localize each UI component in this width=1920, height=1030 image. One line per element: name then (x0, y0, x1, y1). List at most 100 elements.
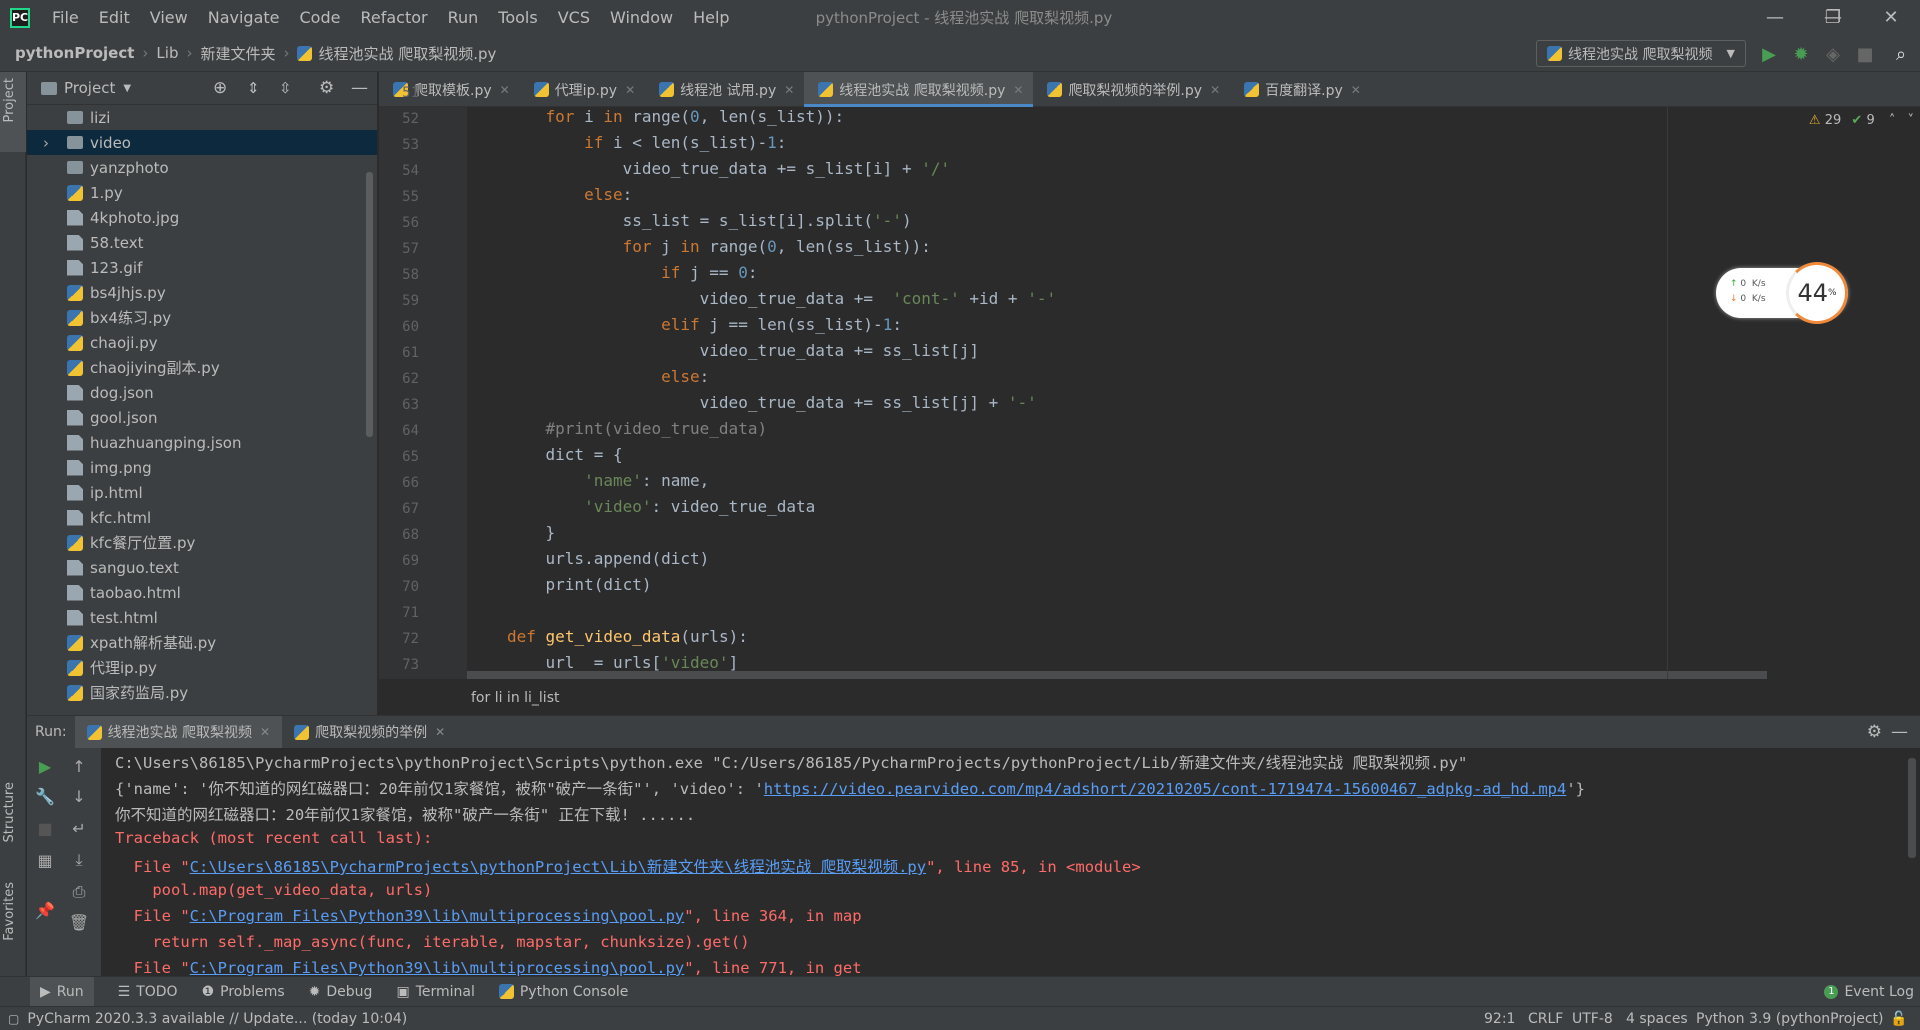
breadcrumb-project[interactable]: pythonProject (15, 44, 134, 62)
close-icon[interactable]: ✕ (500, 83, 510, 97)
tree-item[interactable]: test.html (27, 605, 377, 630)
scroll-to-end-icon[interactable]: ⤓ (67, 848, 91, 872)
structure-tool-tab[interactable]: Structure (2, 782, 17, 842)
file-path-link[interactable]: C:\Users\86185\PycharmProjects\pythonPro… (190, 858, 926, 876)
problems-tool-button[interactable]: ❶ Problems (202, 984, 285, 1000)
layout-icon[interactable]: ▢ (8, 1012, 19, 1026)
chevron-up-icon[interactable]: ˄ (1889, 113, 1896, 128)
caret-position[interactable]: 92:1 (1484, 1011, 1515, 1027)
editor-tab[interactable]: 爬取模板.py ✕ (379, 72, 520, 107)
line-separator[interactable]: CRLF (1528, 1011, 1563, 1027)
close-icon[interactable]: ✕ (1013, 83, 1023, 97)
file-path-link[interactable]: C:\Program Files\Python39\lib\multiproce… (190, 907, 685, 925)
locate-icon[interactable]: ⊕ (213, 78, 227, 98)
chevron-down-icon[interactable]: ˅ (1908, 113, 1915, 128)
console-scrollbar[interactable] (1908, 758, 1916, 858)
tree-item[interactable]: kfc餐厅位置.py (27, 530, 377, 555)
tree-item[interactable]: sanguo.text (27, 555, 377, 580)
coverage-icon[interactable]: ◈ (1822, 43, 1844, 65)
tree-item[interactable]: 123.gif (27, 255, 377, 280)
rerun-icon[interactable]: ▶ (33, 754, 57, 778)
menu-run[interactable]: Run (438, 0, 489, 35)
file-encoding[interactable]: UTF-8 (1572, 1011, 1613, 1027)
event-log-tool-button[interactable]: 1 Event Log (1824, 984, 1914, 1000)
tree-item[interactable]: 4kphoto.jpg (27, 205, 377, 230)
close-icon[interactable]: ✕ (1351, 83, 1361, 97)
editor-tab[interactable]: 线程池实战 爬取梨视频.py ✕ (804, 72, 1034, 107)
minimize-button-2[interactable]: — (1746, 0, 1804, 35)
hide-icon[interactable]: — (1891, 722, 1908, 742)
python-interpreter[interactable]: Python 3.9 (pythonProject) (1696, 1011, 1884, 1027)
code-breadcrumb[interactable]: for li in li_list (467, 686, 1920, 712)
close-icon[interactable]: ✕ (435, 725, 445, 739)
editor-tab[interactable]: 百度翻译.py ✕ (1230, 72, 1371, 107)
stop-icon[interactable]: ■ (1854, 43, 1876, 65)
stop-icon[interactable]: ■ (33, 816, 57, 840)
trash-icon[interactable]: 🗑 (67, 910, 91, 934)
tree-scrollbar[interactable] (366, 172, 373, 437)
status-message[interactable]: PyCharm 2020.3.3 available // Update... … (27, 1011, 407, 1027)
gear-icon[interactable]: ⚙ (319, 78, 334, 98)
run-tool-button[interactable]: ▶ Run (30, 977, 94, 1006)
tree-item[interactable]: 代理ip.py (27, 655, 377, 680)
menu-view[interactable]: View (140, 0, 198, 35)
menu-edit[interactable]: Edit (89, 0, 140, 35)
debug-icon[interactable]: ✹ (1790, 43, 1812, 65)
wrench-icon[interactable]: 🔧 (33, 784, 57, 808)
run-console[interactable]: C:\Users\86185\PycharmProjects\pythonPro… (101, 748, 1920, 976)
lock-icon[interactable]: 🔓 (1890, 1011, 1907, 1027)
indent-setting[interactable]: 4 spaces (1626, 1011, 1688, 1027)
collapse-all-icon[interactable]: ⇳ (279, 79, 292, 97)
breadcrumb-lib[interactable]: Lib (156, 44, 178, 62)
run-icon[interactable]: ▶ (1758, 43, 1780, 65)
python-console-tool-button[interactable]: Python Console (498, 984, 628, 1000)
tree-item[interactable]: chaoji.py (27, 330, 377, 355)
restore-button[interactable]: ❐ (1804, 0, 1862, 35)
pin-icon[interactable]: 📌 (33, 898, 57, 922)
menu-vcs[interactable]: VCS (548, 0, 600, 35)
project-view-select[interactable]: Project (64, 79, 115, 97)
hide-icon[interactable]: — (351, 78, 368, 98)
tree-item[interactable]: taobao.html (27, 580, 377, 605)
tree-item[interactable]: bx4练习.py (27, 305, 377, 330)
todo-tool-button[interactable]: ☰ TODO (118, 984, 178, 1000)
tree-item[interactable]: ip.html (27, 480, 377, 505)
tree-item[interactable]: dog.json (27, 380, 377, 405)
up-arrow-icon[interactable]: ↑ (67, 754, 91, 778)
tree-item[interactable]: 58.text (27, 230, 377, 255)
tree-item[interactable]: img.png (27, 455, 377, 480)
close-icon[interactable]: ✕ (1210, 83, 1220, 97)
editor-tab[interactable]: 爬取梨视频的举例.py ✕ (1033, 72, 1230, 107)
close-icon[interactable]: ✕ (260, 725, 270, 739)
menu-code[interactable]: Code (290, 0, 351, 35)
file-path-link[interactable]: C:\Program Files\Python39\lib\multiproce… (190, 959, 685, 976)
tree-item[interactable]: › video (27, 130, 377, 155)
tree-item[interactable]: bs4jhjs.py (27, 280, 377, 305)
inspection-widget[interactable]: ⚠ 29 ✔ 9 ˄ ˅ (1809, 113, 1914, 128)
down-arrow-icon[interactable]: ↓ (67, 784, 91, 808)
close-icon[interactable]: ✕ (625, 83, 635, 97)
horizontal-scrollbar[interactable] (467, 671, 1767, 679)
menu-navigate[interactable]: Navigate (198, 0, 290, 35)
close-window-button[interactable]: ✕ (1862, 0, 1920, 35)
run-tab-example[interactable]: 爬取梨视频的举例 ✕ (282, 716, 457, 749)
tree-item[interactable]: 国家药监局.py (27, 680, 377, 705)
search-icon[interactable]: ⌕ (1890, 43, 1912, 65)
editor-tab[interactable]: 代理ip.py ✕ (520, 72, 645, 107)
tree-item[interactable]: gool.json (27, 405, 377, 430)
print-icon[interactable]: ⎙ (67, 880, 91, 904)
code-editor[interactable]: for i in range(0, len(s_list)): if i < l… (467, 107, 1920, 679)
close-icon[interactable]: ✕ (784, 83, 794, 97)
menu-tools[interactable]: Tools (488, 0, 547, 35)
debug-tool-button[interactable]: ✹ Debug (309, 984, 373, 1000)
tree-item[interactable]: 1.py (27, 180, 377, 205)
favorites-tool-tab[interactable]: Favorites (2, 882, 17, 941)
video-url-link[interactable]: https://video.pearvideo.com/mp4/adshort/… (764, 780, 1567, 798)
soft-wrap-icon[interactable]: ↵ (67, 816, 91, 840)
run-configuration-select[interactable]: 线程池实战 爬取梨视频 ▼ (1536, 40, 1746, 67)
tree-item[interactable]: huazhuangping.json (27, 430, 377, 455)
menu-window[interactable]: Window (600, 0, 683, 35)
breadcrumb-folder[interactable]: 新建文件夹 (200, 43, 275, 64)
tree-item[interactable]: xpath解析基础.py (27, 630, 377, 655)
breadcrumb-file[interactable]: 线程池实战 爬取梨视频.py (318, 43, 496, 64)
